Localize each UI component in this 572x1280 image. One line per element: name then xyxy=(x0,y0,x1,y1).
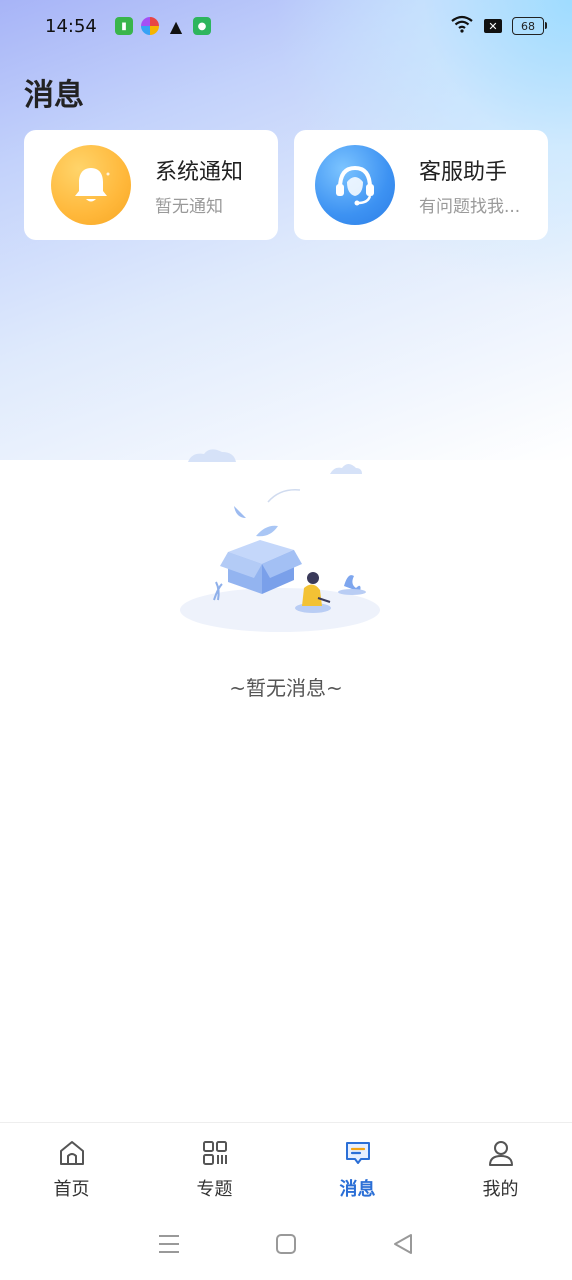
battery-icon: 68 xyxy=(512,17,547,35)
card-title: 客服助手 xyxy=(419,159,508,185)
system-notification-card[interactable]: 系统通知 暂无通知 xyxy=(24,130,278,240)
notification-icons: ▮ ▲ ● xyxy=(115,16,211,36)
app-icon: ▮ xyxy=(115,17,133,35)
home-square-icon[interactable] xyxy=(266,1224,306,1264)
tab-home[interactable]: 首页 xyxy=(0,1123,143,1209)
user-icon xyxy=(485,1137,517,1169)
multicolor-app-icon xyxy=(141,17,159,35)
warning-icon: ▲ xyxy=(169,16,183,36)
tab-label: 首页 xyxy=(53,1179,90,1200)
message-icon xyxy=(342,1137,374,1169)
status-right: ✕ 68 xyxy=(450,15,547,37)
card-text: 客服助手 有问题找我... xyxy=(419,154,520,217)
status-bar: 14:54 ▮ ▲ ● ✕ 68 xyxy=(0,0,572,52)
card-subtitle: 有问题找我... xyxy=(419,196,521,217)
card-subtitle: 暂无通知 xyxy=(155,196,223,217)
bottom-tab-bar: 首页 专题 消息 我的 xyxy=(0,1122,572,1209)
bell-icon xyxy=(51,145,131,225)
empty-state-text: ~暂无消息~ xyxy=(229,676,343,700)
tab-profile[interactable]: 我的 xyxy=(429,1123,572,1209)
status-time: 14:54 xyxy=(45,15,97,37)
home-icon xyxy=(56,1137,88,1169)
shield-icon: ● xyxy=(193,17,211,35)
tab-messages[interactable]: 消息 xyxy=(286,1123,429,1209)
tab-label: 消息 xyxy=(339,1179,376,1200)
menu-icon[interactable] xyxy=(149,1224,189,1264)
wifi-icon xyxy=(450,15,474,37)
card-title: 系统通知 xyxy=(155,159,244,185)
tab-label: 我的 xyxy=(482,1179,519,1200)
customer-service-card[interactable]: 客服助手 有问题找我... xyxy=(294,130,548,240)
system-navigation-bar xyxy=(0,1208,572,1280)
back-triangle-icon[interactable] xyxy=(383,1224,423,1264)
headset-icon xyxy=(315,145,395,225)
tab-label: 专题 xyxy=(196,1179,233,1200)
page-title: 消息 xyxy=(24,78,84,113)
no-sim-icon: ✕ xyxy=(484,19,502,33)
tab-topics[interactable]: 专题 xyxy=(143,1123,286,1209)
card-text: 系统通知 暂无通知 xyxy=(155,154,243,217)
empty-state-illustration xyxy=(170,440,410,640)
grid-icon xyxy=(199,1137,231,1169)
